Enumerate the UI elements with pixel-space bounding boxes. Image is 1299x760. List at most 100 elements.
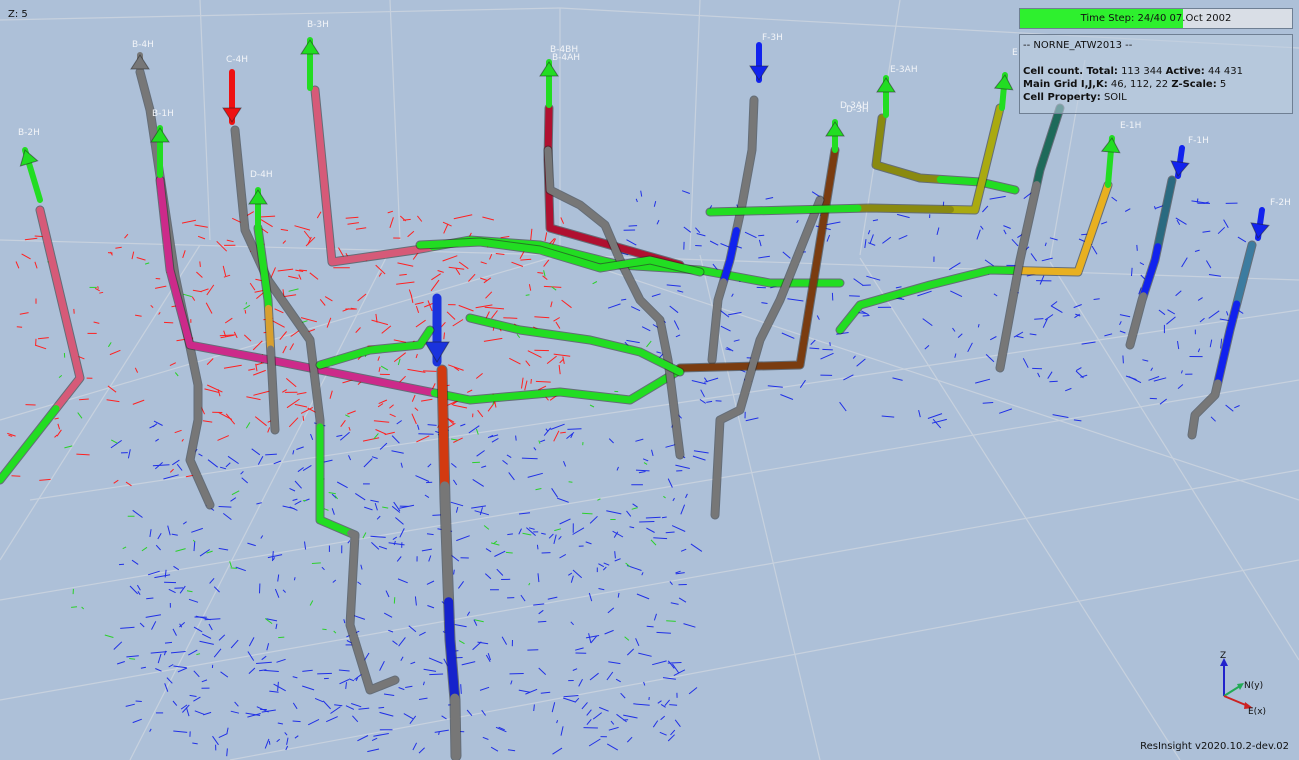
fracture-segment xyxy=(135,700,142,702)
fracture-segment xyxy=(616,466,619,471)
fracture-segment xyxy=(560,726,564,736)
fracture-segment xyxy=(967,342,973,353)
fracture-segment xyxy=(483,277,492,284)
time-step-bar[interactable]: Time Step: 24/40 07.Oct 2002 xyxy=(1019,8,1293,29)
fracture-segment xyxy=(588,738,601,747)
fracture-segment xyxy=(559,518,571,525)
fracture-segment xyxy=(192,742,198,745)
fracture-segment xyxy=(8,434,13,437)
fracture-segment xyxy=(1119,321,1122,326)
fracture-segment xyxy=(826,234,831,242)
fracture-segment xyxy=(589,404,595,408)
fracture-segment xyxy=(347,222,359,225)
fracture-segment xyxy=(243,304,251,310)
well-label: F-3H xyxy=(762,33,783,43)
well-tube-segment xyxy=(346,529,399,694)
fracture-segment xyxy=(345,216,359,219)
fracture-segment xyxy=(641,572,644,576)
fracture-segment xyxy=(610,720,615,725)
fracture-segment xyxy=(533,447,537,451)
fracture-segment xyxy=(378,272,382,277)
fracture-segment xyxy=(632,503,638,508)
fracture-segment xyxy=(377,403,384,408)
fracture-segment xyxy=(989,195,1006,200)
fracture-segment xyxy=(691,380,707,385)
fracture-segment xyxy=(417,424,420,430)
fracture-segment xyxy=(116,661,125,665)
well-label: B-3H xyxy=(307,20,329,30)
fracture-segment xyxy=(231,490,240,496)
fracture-segment xyxy=(510,680,513,685)
fracture-segment xyxy=(782,251,791,259)
fracture-segment xyxy=(481,465,487,468)
fracture-segment xyxy=(302,464,312,472)
fracture-segment xyxy=(272,557,276,561)
fracture-segment xyxy=(272,320,285,328)
fracture-segment xyxy=(389,404,394,409)
property-line: Cell Property: SOIL xyxy=(1023,91,1289,104)
fracture-segment xyxy=(1003,225,1011,229)
fracture-segment xyxy=(553,430,560,442)
fracture-segment xyxy=(218,412,233,420)
fracture-segment xyxy=(191,527,203,533)
fracture-segment xyxy=(274,308,284,314)
fracture-segment xyxy=(150,304,154,308)
fracture-segment xyxy=(758,239,762,247)
well-tube-segment xyxy=(1233,241,1256,308)
fracture-segment xyxy=(443,332,445,340)
fracture-segment xyxy=(139,622,145,628)
fracture-segment xyxy=(251,448,261,456)
fracture-segment xyxy=(294,225,311,231)
fracture-segment xyxy=(220,671,229,678)
fracture-segment xyxy=(321,566,325,571)
fracture-segment xyxy=(355,492,366,501)
fracture-segment xyxy=(298,274,302,280)
fracture-segment xyxy=(656,631,671,634)
fracture-segment xyxy=(650,539,657,546)
fracture-segment xyxy=(538,609,544,615)
fracture-segment xyxy=(677,290,684,293)
fracture-segment xyxy=(336,481,348,489)
fracture-segment xyxy=(494,550,506,557)
fracture-segment xyxy=(555,321,561,329)
reservoir-scene[interactable]: B-2HB-4HB-1HC-4HD-4HB-3HB-4BHB-4AHF-3HD-… xyxy=(0,0,1299,760)
fracture-segment xyxy=(197,235,206,240)
fracture-segment xyxy=(339,679,350,685)
fracture-segment xyxy=(256,661,272,664)
zscale-label: Z-Scale: xyxy=(1171,79,1217,90)
fracture-segment xyxy=(556,720,559,724)
fracture-segment xyxy=(671,663,680,674)
fracture-segment xyxy=(608,726,619,731)
fracture-segment xyxy=(247,542,256,547)
fracture-segment xyxy=(381,325,392,334)
3d-viewport[interactable]: B-2H B-4H B-1H C-4H D-4H B-3H B-4BH B-4AH F-3H D-… xyxy=(0,0,1299,760)
fracture-segment xyxy=(635,638,640,647)
fracture-segment xyxy=(527,350,542,358)
fracture-segment xyxy=(441,715,447,720)
fracture-segment xyxy=(34,261,38,269)
fracture-segment xyxy=(393,339,407,343)
fracture-segment xyxy=(282,505,295,510)
fracture-segment xyxy=(1011,238,1019,247)
fracture-segment xyxy=(218,733,228,739)
fracture-segment xyxy=(1199,317,1205,323)
fracture-segment xyxy=(324,296,333,302)
fracture-segment xyxy=(1205,260,1212,269)
fracture-segment xyxy=(635,438,644,442)
fracture-segment xyxy=(423,668,437,672)
fracture-segment xyxy=(744,231,757,239)
fracture-segment xyxy=(371,542,380,550)
fracture-segment xyxy=(154,574,171,579)
fracture-segment xyxy=(466,611,471,616)
fracture-segment xyxy=(606,671,614,681)
fracture-segment xyxy=(257,455,264,465)
fracture-segment xyxy=(244,309,247,314)
fracture-segment xyxy=(452,319,464,327)
fracture-segment xyxy=(278,636,285,639)
fracture-segment xyxy=(206,358,214,365)
case-title: -- NORNE_ATW2013 -- xyxy=(1023,40,1133,51)
fracture-segment xyxy=(392,536,398,541)
fracture-segment xyxy=(761,302,768,304)
fracture-segment xyxy=(550,301,553,308)
fracture-segment xyxy=(129,585,139,595)
